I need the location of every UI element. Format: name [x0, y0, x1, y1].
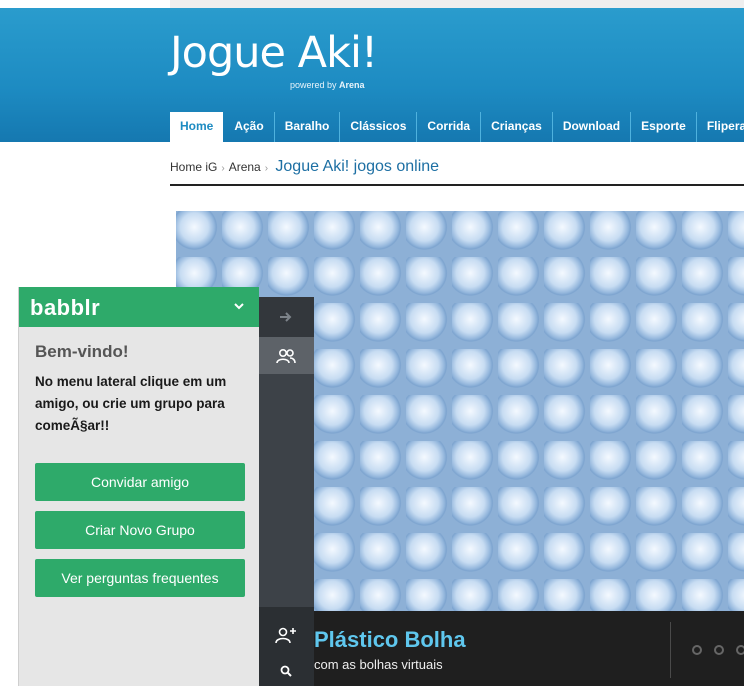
- nav-item-baralho[interactable]: Baralho: [275, 112, 341, 142]
- breadcrumb: Home iG › Arena › Jogue Aki! jogos online: [170, 158, 439, 176]
- search-icon: [280, 665, 292, 677]
- welcome-message: No menu lateral clique em um amigo, ou c…: [35, 374, 227, 433]
- nav-item-fliperama[interactable]: Fliperama: [697, 112, 744, 142]
- caption-divider: [670, 622, 671, 678]
- main-nav: Home Ação Baralho Clássicos Corrida Cria…: [170, 112, 744, 142]
- powered-by-brand: Arena: [339, 80, 365, 90]
- breadcrumb-home[interactable]: Home iG: [170, 160, 217, 174]
- slide-dot-1[interactable]: [692, 645, 702, 655]
- powered-by-prefix: powered by: [290, 80, 337, 90]
- game-subtitle: com as bolhas virtuais: [314, 657, 443, 672]
- nav-item-download[interactable]: Download: [553, 112, 632, 142]
- nav-item-classicos[interactable]: Clássicos: [340, 112, 418, 142]
- game-title[interactable]: Plástico Bolha: [314, 627, 466, 653]
- create-group-button[interactable]: Criar Novo Grupo: [35, 511, 245, 549]
- invite-friend-button[interactable]: Convidar amigo: [35, 463, 245, 501]
- people-icon: [276, 348, 296, 363]
- collapse-button[interactable]: [258, 297, 314, 337]
- powered-by: powered by Arena: [290, 80, 365, 90]
- faq-button[interactable]: Ver perguntas frequentes: [35, 559, 245, 597]
- breadcrumb-section[interactable]: Arena: [229, 160, 261, 174]
- babblr-panel: babblr Bem-vindo! No menu lateral clique…: [18, 287, 259, 686]
- babblr-header[interactable]: babblr: [19, 287, 259, 327]
- arrow-right-icon: [280, 312, 292, 322]
- nav-item-home[interactable]: Home: [170, 112, 224, 142]
- breadcrumb-rule: [170, 184, 744, 186]
- sidebar-lower: [258, 607, 314, 686]
- chevron-down-icon[interactable]: [233, 301, 245, 311]
- breadcrumb-current: Jogue Aki! jogos online: [275, 158, 440, 175]
- nav-item-corrida[interactable]: Corrida: [417, 112, 482, 142]
- search-button[interactable]: [258, 659, 314, 683]
- slide-dot-2[interactable]: [714, 645, 724, 655]
- site-logo[interactable]: Jogue Aki!: [170, 32, 378, 75]
- breadcrumb-separator: ›: [264, 163, 269, 174]
- babblr-logo: babblr: [30, 295, 101, 320]
- slide-dot-3[interactable]: [736, 645, 744, 655]
- add-user-icon: [275, 627, 296, 644]
- nav-item-acao[interactable]: Ação: [224, 112, 275, 142]
- nav-item-criancas[interactable]: Crianças: [481, 112, 553, 142]
- nav-item-esporte[interactable]: Esporte: [631, 112, 697, 142]
- groups-button[interactable]: [258, 337, 314, 374]
- babblr-sidebar: [258, 297, 314, 686]
- add-friend-button[interactable]: [258, 617, 314, 653]
- breadcrumb-separator: ›: [221, 163, 225, 174]
- welcome-heading: Bem-vindo!: [35, 342, 129, 361]
